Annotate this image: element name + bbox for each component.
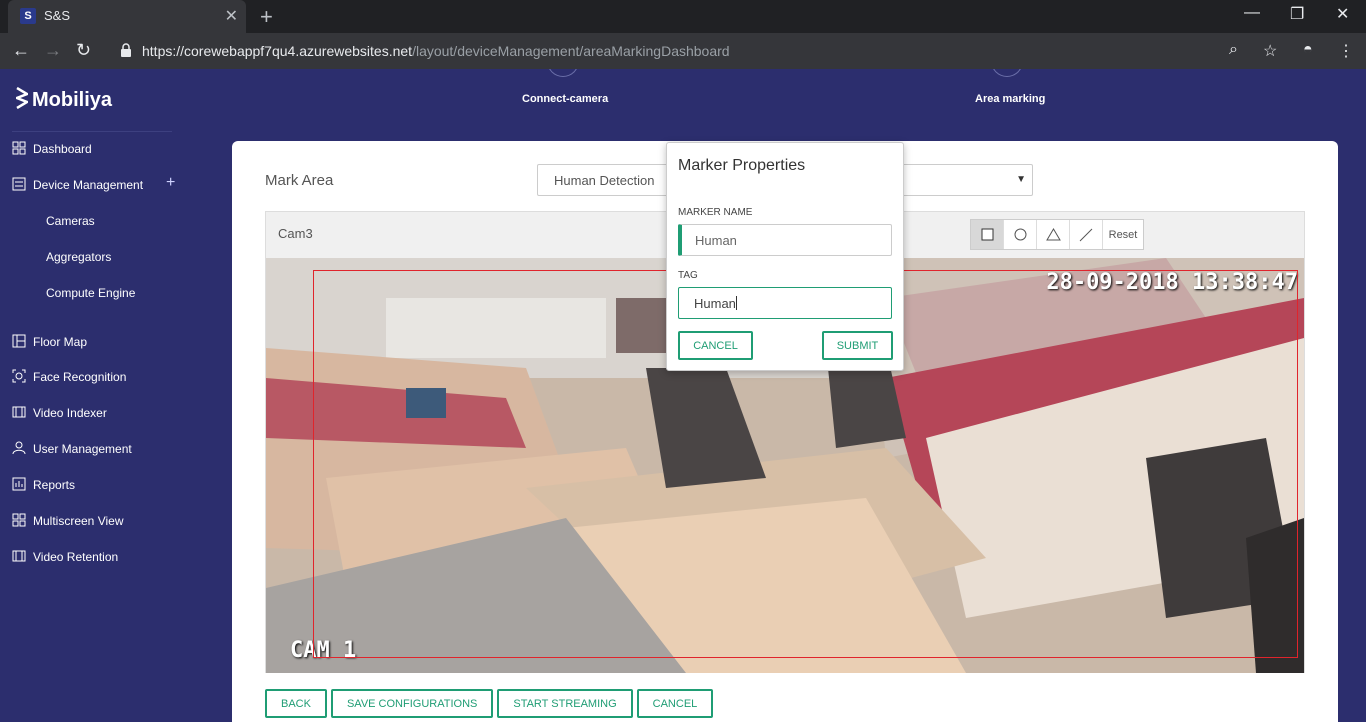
triangle-tool-icon[interactable] [1037,220,1070,249]
sidebar-item-label: Device Management [33,178,144,192]
film-icon [12,550,26,562]
tag-field[interactable]: Human [678,287,892,319]
sidebar-item-compute-engine[interactable]: Compute Engine [0,279,190,307]
sidebar-item-label: User Management [33,442,132,456]
tag-value-wrap: Human [694,296,737,311]
back-button[interactable]: BACK [265,689,327,718]
sidebar-item-user-management[interactable]: User Management [0,435,190,463]
marker-name-field[interactable]: Human [678,224,892,256]
text-caret [735,296,737,310]
camera-name: Cam3 [278,226,313,241]
sidebar-item-label: Cameras [46,214,95,228]
url-host: https://corewebappf7qu4.azurewebsites.ne… [142,43,413,59]
page-title: Mark Area [265,172,334,189]
rectangle-tool-icon[interactable] [971,220,1004,249]
reload-icon[interactable]: ↻ [76,40,91,61]
circle-tool-icon[interactable] [1004,220,1037,249]
url-field[interactable]: https://corewebappf7qu4.azurewebsites.ne… [142,43,730,59]
expand-plus-icon[interactable]: + [166,174,175,192]
sidebar-item-video-retention[interactable]: Video Retention [0,543,190,571]
star-icon[interactable]: ☆ [1263,41,1277,61]
sidebar-item-floor-map[interactable]: Floor Map [0,328,190,356]
chevron-down-icon: ▼ [1016,174,1026,185]
sidebar-item-label: Video Indexer [33,406,107,420]
url-path: /layout/deviceManagement/areaMarkingDash… [412,43,730,59]
close-window-icon[interactable]: ✕ [1336,4,1349,24]
step-area-marking[interactable]: Area marking [975,93,1045,105]
restore-icon[interactable]: ❐ [1290,4,1304,24]
grid-icon [12,513,26,527]
reset-button[interactable]: Reset [1103,220,1143,249]
sidebar-item-video-indexer[interactable]: Video Indexer [0,399,190,427]
brand-name: Mobiliya [32,89,113,111]
action-bar: BACK SAVE CONFIGURATIONS START STREAMING… [265,689,714,718]
sidebar-divider [12,131,172,132]
list-icon [12,177,26,191]
tag-value: Human [694,296,736,311]
sidebar-item-label: Compute Engine [46,286,136,300]
save-configurations-button[interactable]: SAVE CONFIGURATIONS [330,689,494,718]
incognito-icon[interactable]: ◓ [1303,41,1313,59]
dialog-submit-button[interactable]: SUBMIT [822,331,893,360]
chart-icon [12,477,26,491]
sidebar-item-dashboard[interactable]: Dashboard [0,135,190,163]
tab-title: S&S [44,8,71,23]
sidebar-item-cameras[interactable]: Cameras [0,207,190,235]
face-scan-icon [12,369,26,383]
drawing-toolbar: Reset [970,219,1144,250]
marker-name-value: Human [695,233,737,248]
sidebar-item-label: Reports [33,478,76,492]
sidebar-item-reports[interactable]: Reports [0,471,190,499]
sidebar-item-label: Multiscreen View [33,514,124,528]
step-connect-indicator [547,69,579,77]
sidebar-item-label: Dashboard [33,142,92,156]
line-tool-icon[interactable] [1070,220,1103,249]
select-value: Human Detection [554,173,655,188]
sidebar-item-face-recognition[interactable]: Face Recognition [0,363,190,391]
floor-map-icon [12,334,26,348]
marker-properties-dialog: Marker Properties MARKER NAME Human TAG … [666,142,904,371]
sidebar-item-label: Face Recognition [33,370,127,384]
zoom-icon[interactable]: ⌕ [1229,41,1238,59]
user-icon [12,441,26,455]
step-connect-camera[interactable]: Connect-camera [522,93,608,105]
sidebar-item-aggregators[interactable]: Aggregators [0,243,190,271]
sidebar-item-device-management[interactable]: Device Management + [0,171,190,199]
step-area-indicator [991,69,1023,77]
new-tab-icon[interactable]: + [260,4,273,30]
sidebar-item-label: Aggregators [46,250,112,264]
minimize-icon[interactable]: — [1244,4,1260,22]
logo-mark-icon [16,87,28,109]
grid-icon [12,141,26,155]
start-streaming-button[interactable]: START STREAMING [497,689,633,718]
dialog-cancel-button[interactable]: CANCEL [678,331,753,360]
favicon-icon: S [20,8,36,24]
film-icon [12,406,26,418]
dialog-title: Marker Properties [678,157,806,174]
marker-name-label: MARKER NAME [678,207,753,218]
lock-icon [121,43,131,57]
close-tab-icon[interactable]: ✕ [225,6,238,26]
sidebar-item-label: Video Retention [33,550,119,564]
brand-logo[interactable]: Mobiliya [16,87,112,112]
tag-label: TAG [678,270,698,281]
sidebar: Mobiliya Dashboard Device Management + C… [0,69,190,722]
back-icon[interactable]: ← [12,40,30,61]
address-bar: ← → ↻ https://corewebappf7qu4.azurewebsi… [0,33,1366,69]
cancel-button[interactable]: CANCEL [636,689,714,718]
menu-icon[interactable]: ⋮ [1338,41,1354,61]
browser-tab-bar: S S&S ✕ + — ❐ ✕ [0,0,1366,33]
sidebar-item-label: Floor Map [33,335,88,349]
forward-icon[interactable]: → [44,40,62,61]
sidebar-item-multiscreen-view[interactable]: Multiscreen View [0,507,190,535]
browser-tab[interactable]: S S&S ✕ [8,0,246,33]
